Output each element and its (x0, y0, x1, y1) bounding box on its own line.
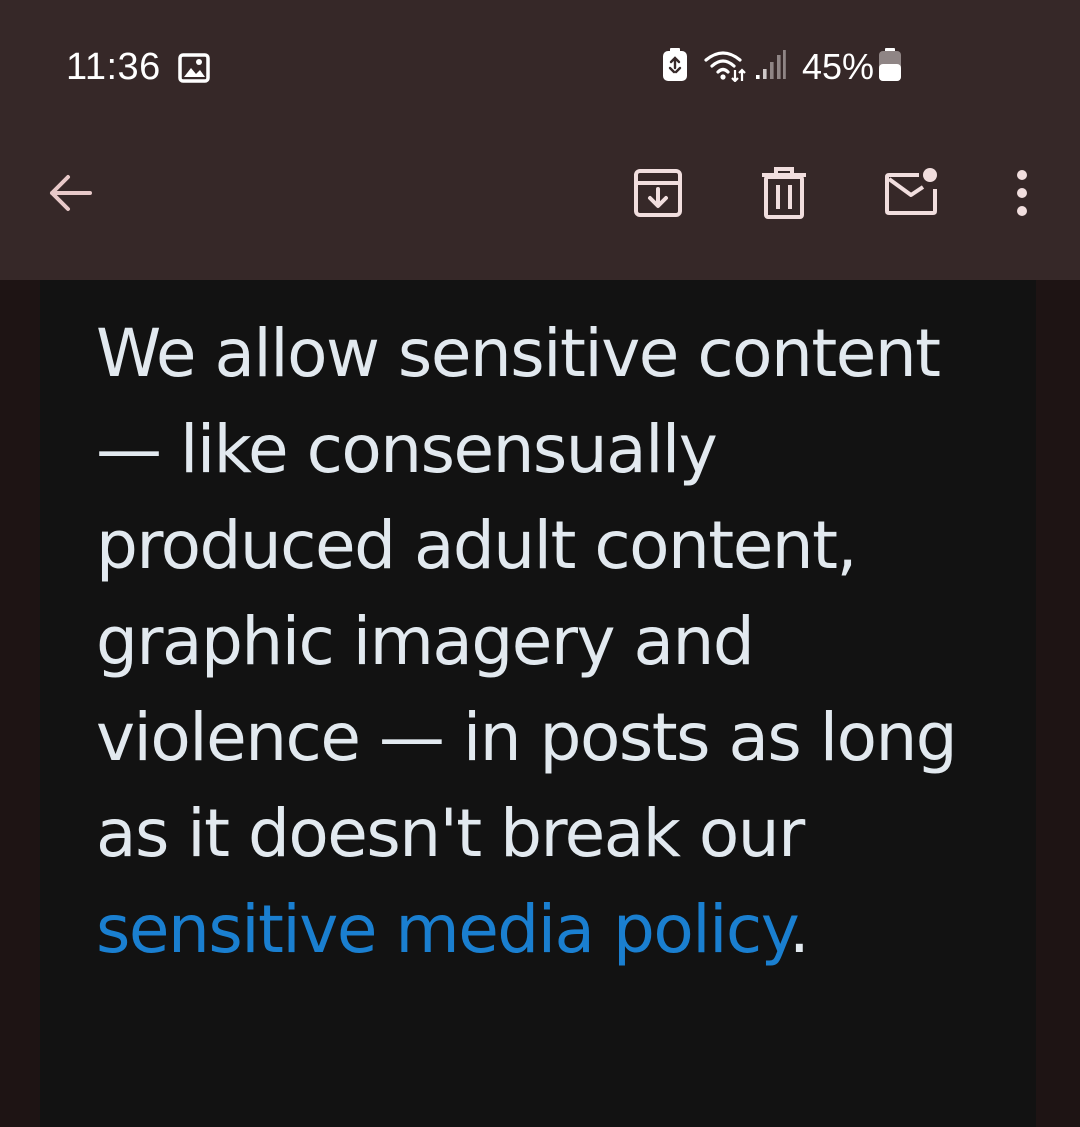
back-button[interactable] (34, 159, 106, 231)
message-paragraph: We allow sensitive content — like consen… (96, 306, 996, 978)
email-screen: 11:36 45% We allow sensitive content — l… (0, 0, 1080, 1127)
wifi-icon (704, 48, 746, 87)
mark-unread-button[interactable] (876, 159, 948, 231)
mark-unread-icon (883, 167, 941, 224)
message-toolbar (0, 130, 1080, 280)
battery-icon (878, 47, 902, 87)
signal-icon (755, 49, 786, 85)
archive-icon (632, 167, 684, 224)
archive-button[interactable] (622, 159, 694, 231)
sensitive-media-policy-link[interactable]: sensitive media policy (96, 891, 790, 968)
message-text-before-link: We allow sensitive content — like consen… (96, 315, 958, 872)
battery-saver-icon (662, 47, 688, 87)
delete-button[interactable] (748, 159, 820, 231)
battery-percentage: 45% (801, 46, 874, 87)
message-text-after-link: . (788, 891, 810, 968)
status-bar: 11:36 45% (0, 0, 1080, 130)
more-options-button[interactable] (986, 159, 1058, 231)
message-body: We allow sensitive content — like consen… (40, 280, 1036, 1127)
gallery-icon (178, 52, 210, 84)
back-arrow-icon (46, 169, 94, 222)
delete-icon (760, 166, 808, 224)
status-time: 11:36 (66, 46, 161, 88)
status-right-group: 45% (650, 44, 902, 90)
more-vert-icon (1014, 169, 1030, 222)
